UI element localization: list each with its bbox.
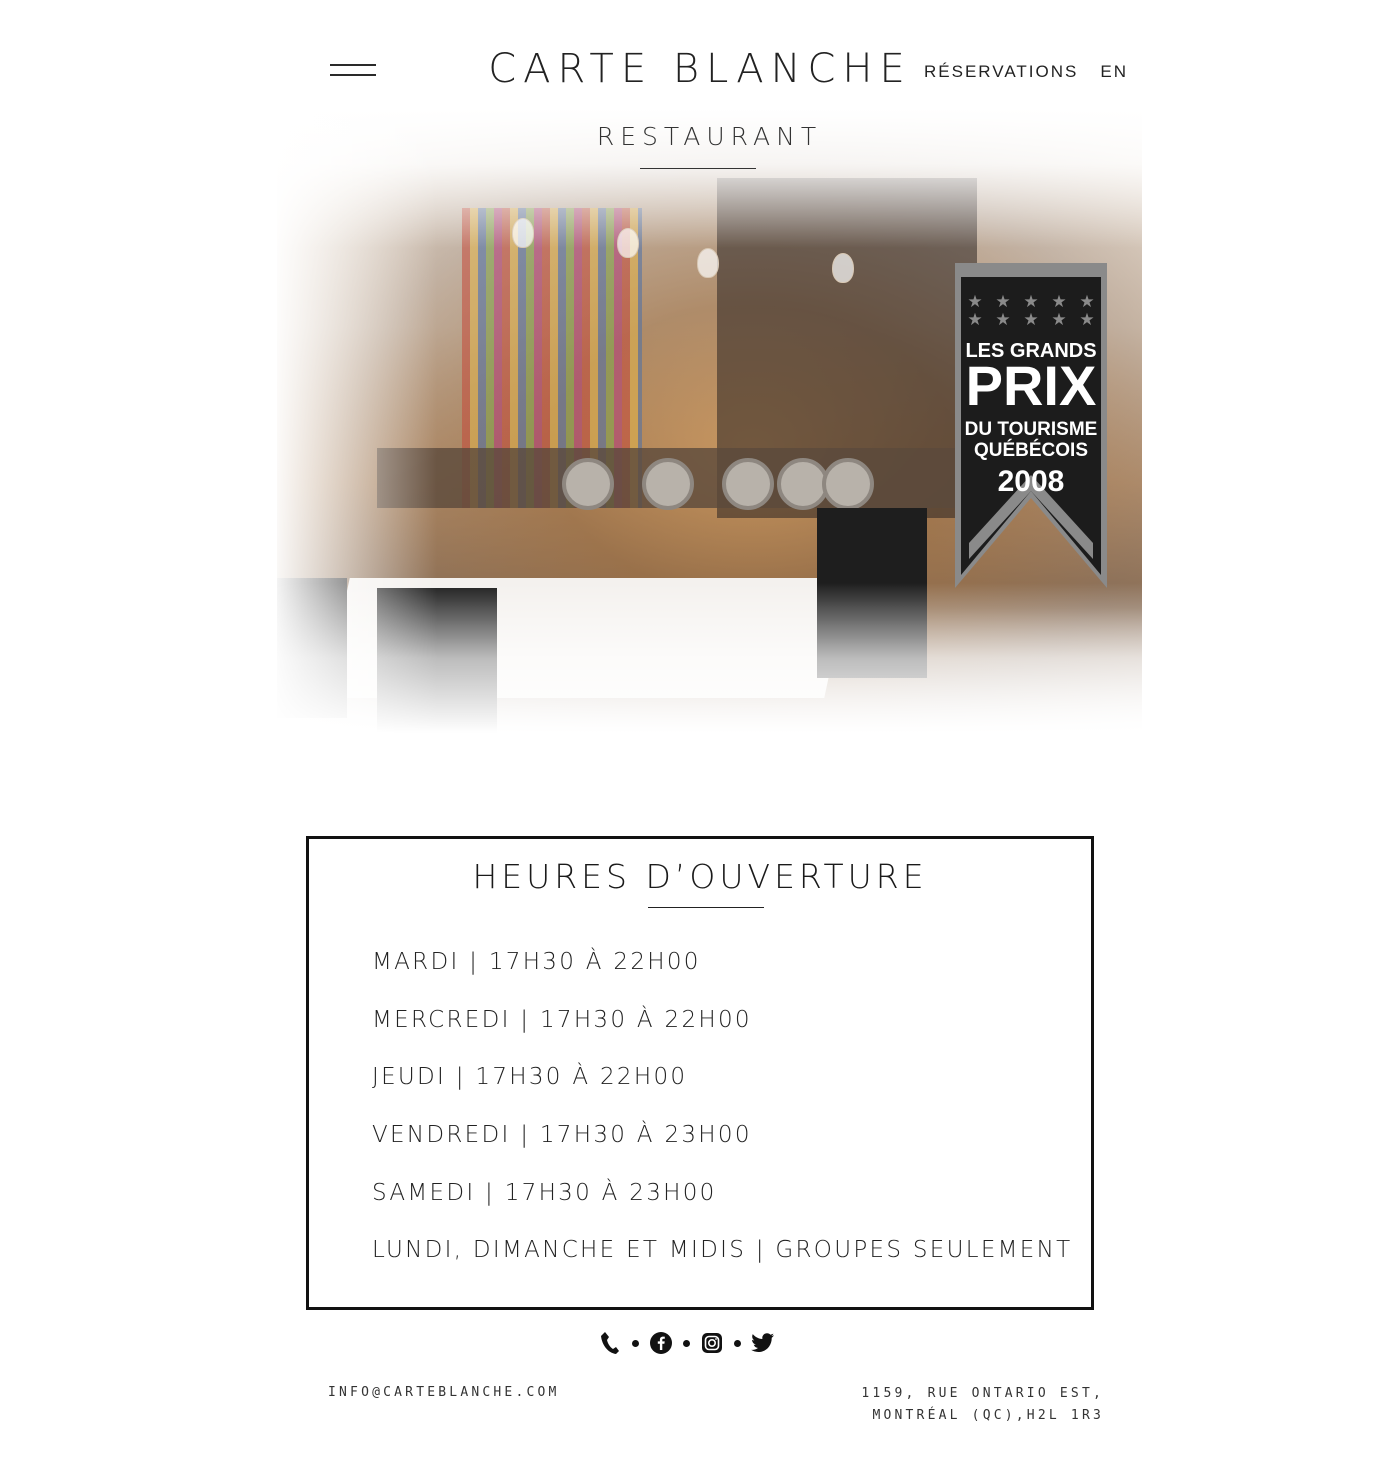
twitter-icon[interactable] <box>751 1331 775 1355</box>
hero-fade <box>277 583 1142 733</box>
facebook-icon[interactable] <box>649 1331 673 1355</box>
bar-stool <box>562 458 614 510</box>
svg-text:★: ★ <box>1079 310 1094 330</box>
hero-image: RESTAURANT ★ ★ ★ ★ ★ ★ ★ ★ ★ ★ LES GRANDS PRIX D… <box>277 108 1142 733</box>
svg-text:★: ★ <box>967 310 982 330</box>
instagram-icon[interactable] <box>700 1331 724 1355</box>
award-ribbon-icon: ★ ★ ★ ★ ★ ★ ★ ★ ★ ★ LES GRANDS PRIX DU TOURISME … <box>955 263 1107 588</box>
award-line4: QUÉBÉCOIS <box>974 439 1088 461</box>
hours-row: LUNDI, DIMANCHE ET MIDIS | GROUPES SEULE… <box>372 1237 1073 1264</box>
bar-stool <box>822 458 874 510</box>
award-ribbon: ★ ★ ★ ★ ★ ★ ★ ★ ★ ★ LES GRANDS PRIX DU TOURISME … <box>955 263 1107 588</box>
pendant-lamp <box>697 248 719 278</box>
svg-text:★: ★ <box>995 310 1010 330</box>
opening-hours-panel: HEURES D’OUVERTURE MARDI | 17H30 À 22H00… <box>306 836 1094 1310</box>
svg-text:★: ★ <box>1051 292 1066 312</box>
hamburger-menu-icon[interactable] <box>330 60 376 80</box>
phone-icon[interactable] <box>598 1331 622 1355</box>
social-links <box>598 1330 775 1356</box>
hours-row: JEUDI | 17H30 À 22H00 <box>372 1064 688 1091</box>
svg-text:★: ★ <box>1023 310 1038 330</box>
title-underline <box>648 907 764 908</box>
address: 1159, RUE ONTARIO EST, MONTRÉAL (QC),H2L… <box>861 1383 1104 1427</box>
award-line2: PRIX <box>966 354 1097 417</box>
separator-dot <box>632 1339 639 1347</box>
email-link[interactable]: INFO@CARTEBLANCHE.COM <box>328 1385 560 1400</box>
hours-title: HEURES D’OUVERTURE <box>472 857 928 896</box>
award-line3: DU TOURISME <box>965 419 1098 440</box>
award-year: 2008 <box>998 465 1065 498</box>
bar-stool <box>722 458 774 510</box>
top-nav: RÉSERVATIONS EN <box>924 62 1128 82</box>
separator-dot <box>683 1339 690 1347</box>
hero-title: RESTAURANT <box>596 122 823 151</box>
svg-text:★: ★ <box>1023 292 1038 312</box>
separator-dot <box>734 1339 741 1347</box>
hours-row: SAMEDI | 17H30 À 23H00 <box>372 1179 717 1206</box>
title-underline <box>640 168 756 169</box>
brand-logo[interactable]: CARTE BLANCHE <box>470 46 930 92</box>
hours-row: MARDI | 17H30 À 22H00 <box>372 949 701 975</box>
reservations-link[interactable]: RÉSERVATIONS <box>924 62 1078 82</box>
svg-text:★: ★ <box>995 292 1010 312</box>
svg-text:★: ★ <box>1079 292 1094 312</box>
hours-row: VENDREDI | 17H30 À 23H00 <box>372 1122 752 1149</box>
hours-list: MARDI | 17H30 À 22H00 MERCREDI | 17H30 À… <box>372 949 1072 1295</box>
bar-stool <box>642 458 694 510</box>
hours-row: MERCREDI | 17H30 À 22H00 <box>372 1006 752 1033</box>
svg-text:★: ★ <box>1051 310 1066 330</box>
language-toggle[interactable]: EN <box>1100 62 1128 82</box>
address-line: MONTRÉAL (QC),H2L 1R3 <box>872 1408 1104 1423</box>
svg-text:★: ★ <box>967 292 982 312</box>
pendant-lamp <box>832 253 854 283</box>
address-line: 1159, RUE ONTARIO EST, <box>861 1386 1104 1401</box>
